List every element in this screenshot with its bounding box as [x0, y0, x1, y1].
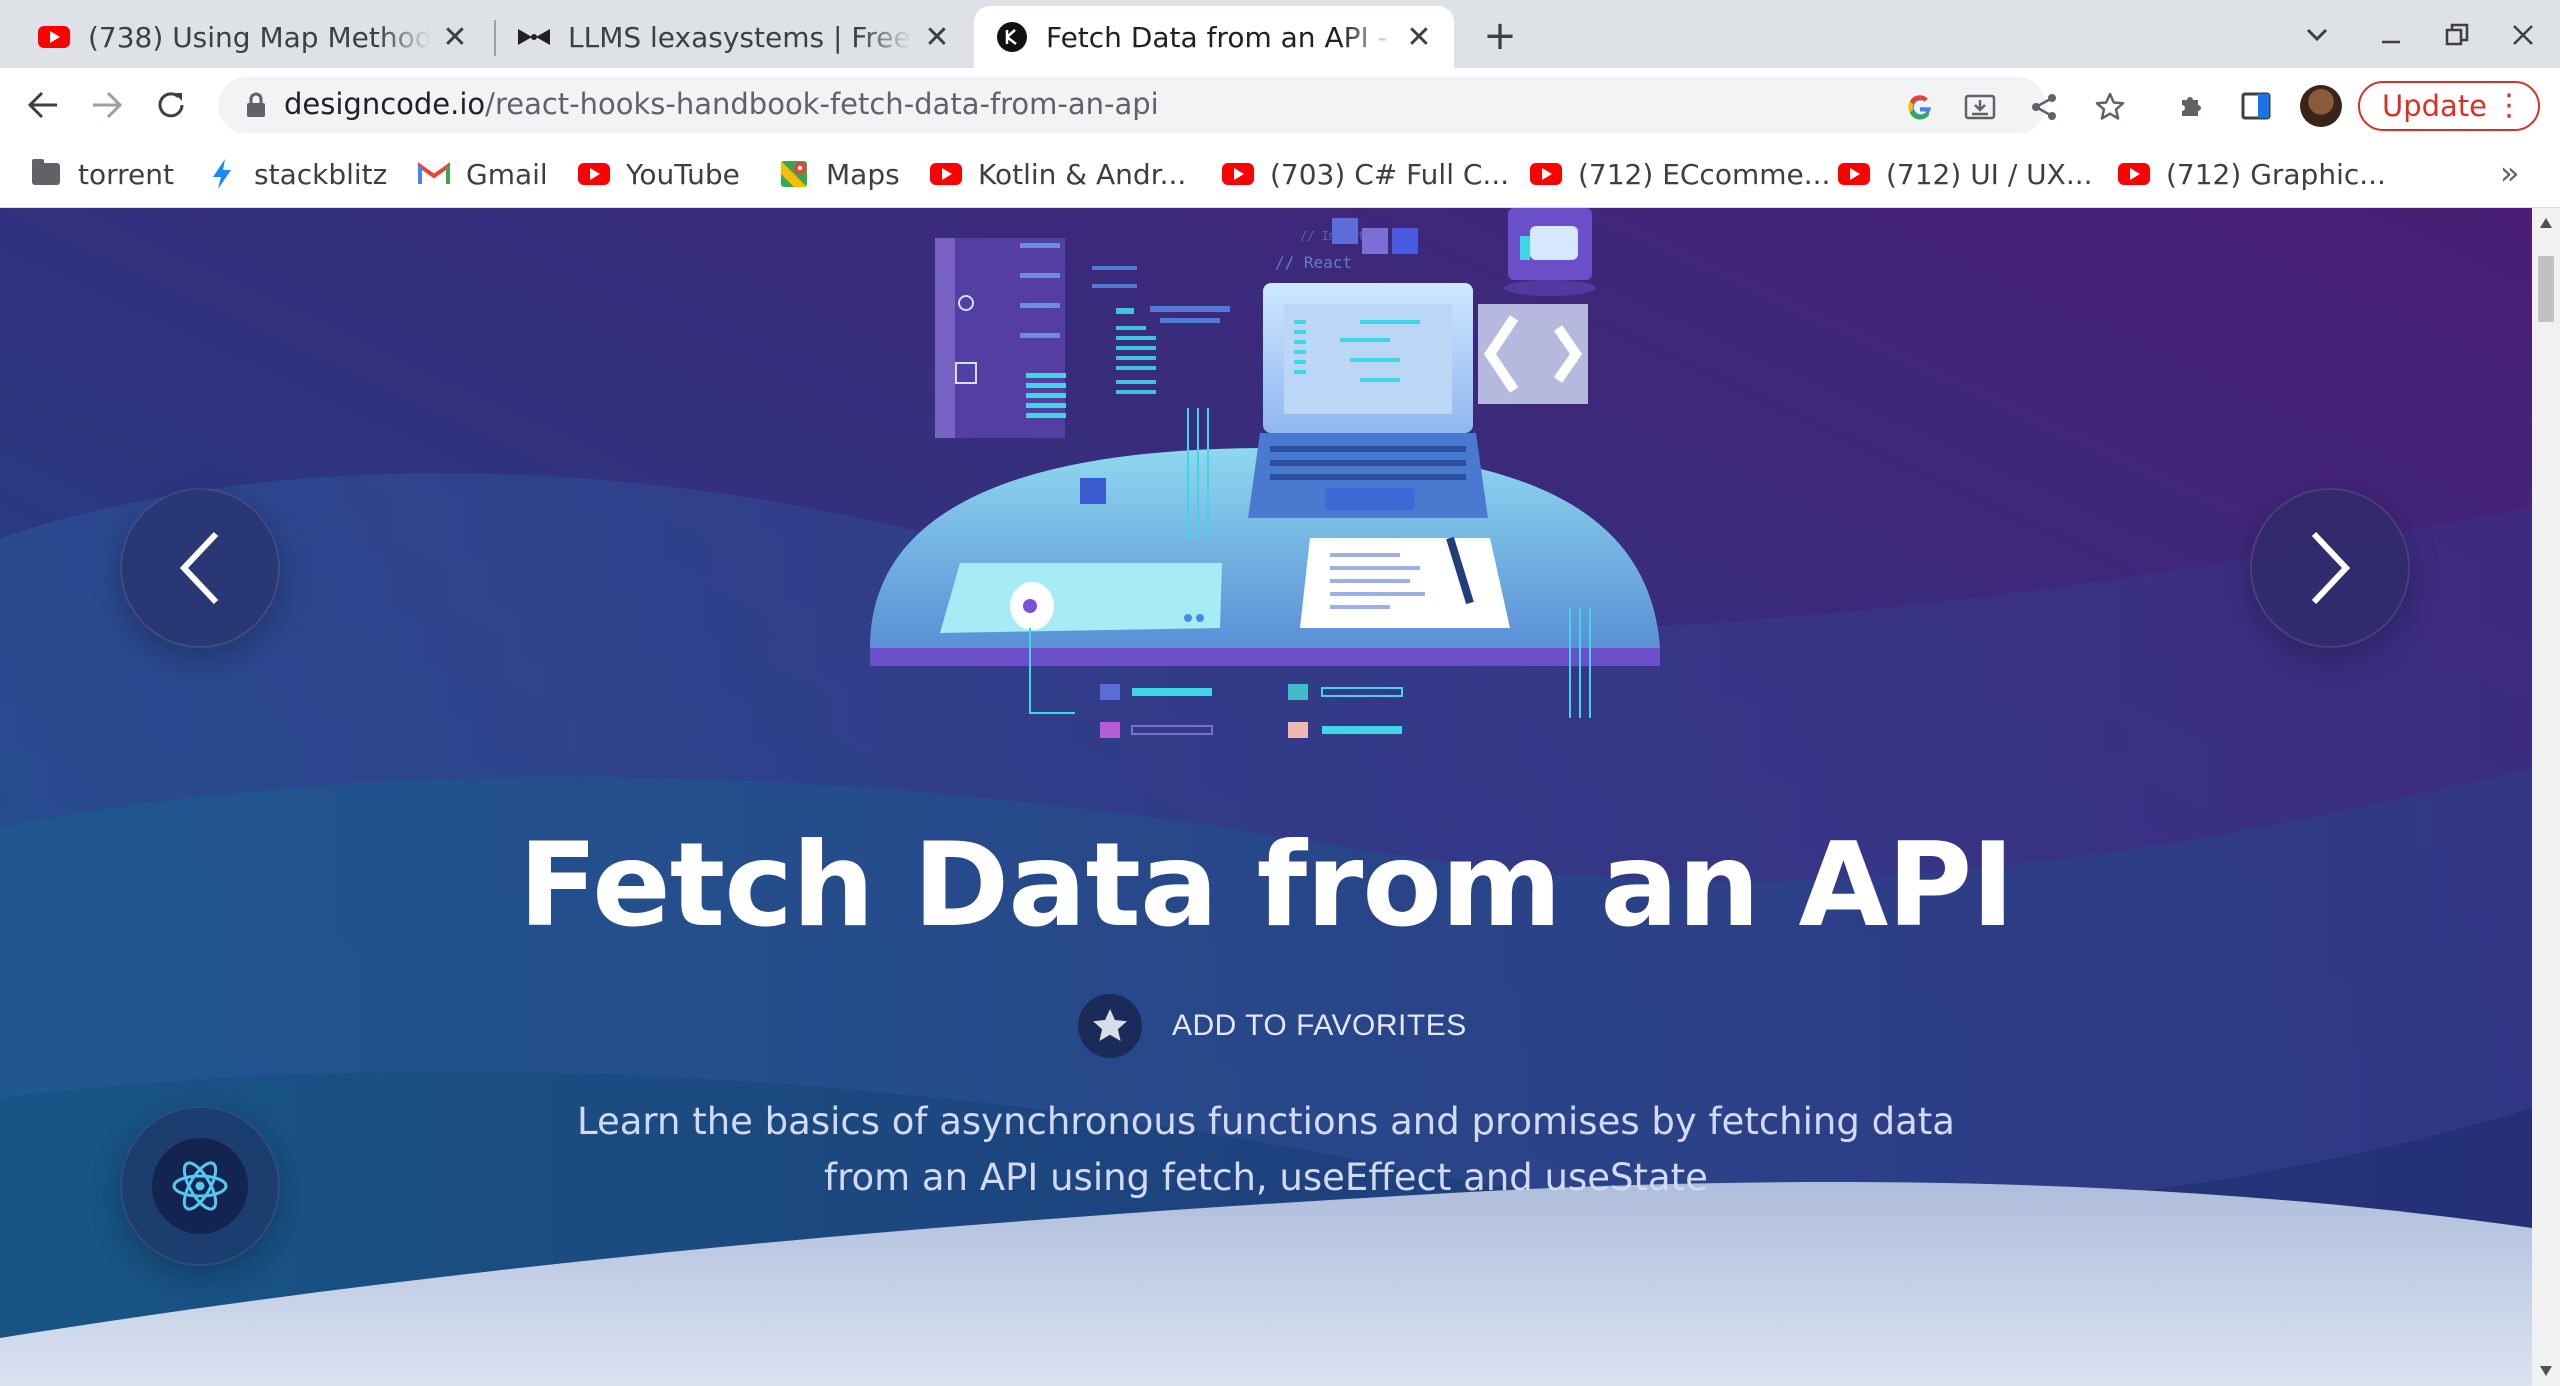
react-icon [152, 1138, 248, 1234]
bookmark-label: stackblitz [254, 157, 388, 191]
browser-toolbar: designcode.io/react-hooks-handbook-fetch… [0, 68, 2560, 142]
gmail-icon [418, 158, 450, 190]
bookmark-stackblitz[interactable]: stackblitz [206, 154, 387, 194]
close-icon[interactable]: ✕ [440, 20, 470, 55]
bookmark-label: Maps [826, 157, 900, 191]
bookmark-maps[interactable]: Maps [778, 154, 900, 194]
close-icon[interactable]: ✕ [1404, 20, 1434, 55]
add-to-favorites-button[interactable]: ADD TO FAVORITES [1078, 994, 1467, 1058]
youtube-icon [1530, 158, 1562, 190]
web-page: // React // Import [0, 208, 2532, 1386]
url-text[interactable]: designcode.io/react-hooks-handbook-fetch… [284, 87, 1159, 121]
page-scrollbar[interactable] [2532, 208, 2560, 1386]
bookmark-ecommerce[interactable]: (712) ECcomme... [1530, 154, 1830, 194]
bowtie-icon [518, 21, 550, 53]
carousel-next-button[interactable] [2250, 488, 2410, 648]
tab-lexasystems[interactable]: LLMS lexasystems | Free an ✕ [498, 6, 972, 68]
chevron-left-icon [179, 531, 219, 605]
tab-title: LLMS lexasystems | Free an [568, 20, 912, 54]
tab-divider [494, 20, 496, 56]
react-badge[interactable] [120, 1106, 280, 1266]
bookmark-youtube[interactable]: YouTube [578, 154, 740, 194]
side-panel-icon[interactable] [2234, 84, 2278, 128]
bookmark-graphic[interactable]: (712) Graphic... [2118, 154, 2386, 194]
lightning-icon [206, 158, 238, 190]
profile-avatar[interactable] [2300, 85, 2342, 127]
description-line: Learn the basics of asynchronous functio… [577, 1100, 1955, 1143]
youtube-icon [38, 21, 70, 53]
url-host: designcode.io [284, 87, 486, 121]
bookmark-label: YouTube [626, 157, 740, 191]
scroll-up-icon[interactable] [2540, 218, 2552, 228]
scrollbar-thumb[interactable] [2538, 256, 2554, 322]
bookmark-star-icon[interactable] [2092, 89, 2128, 125]
chevron-right-icon [2311, 531, 2351, 605]
bookmark-label: Kotlin & Andr... [978, 157, 1187, 191]
restore-icon[interactable] [2432, 10, 2482, 60]
illustration-code-comment: // React [1275, 253, 1352, 272]
bookmark-csharp[interactable]: (703) C# Full C... [1222, 154, 1509, 194]
share-icon[interactable] [2026, 89, 2062, 125]
back-button[interactable] [18, 80, 68, 130]
youtube-icon [2118, 158, 2150, 190]
bookmark-label: (712) Graphic... [2166, 157, 2386, 191]
google-icon[interactable] [1902, 89, 1938, 125]
bookmark-label: (703) C# Full C... [1270, 157, 1510, 191]
bookmark-label: (712) ECcomme... [1578, 157, 1831, 191]
youtube-icon [1222, 158, 1254, 190]
tab-search-icon[interactable] [2292, 10, 2342, 60]
bookmark-gmail[interactable]: Gmail [418, 154, 548, 194]
new-tab-button[interactable]: + [1478, 13, 1522, 59]
star-icon [1078, 994, 1142, 1058]
install-app-icon[interactable] [1962, 89, 1998, 125]
youtube-icon [1838, 158, 1870, 190]
close-window-icon[interactable] [2498, 10, 2548, 60]
bookmark-torrent[interactable]: torrent [30, 154, 174, 194]
bookmarks-bar: torrent stackblitz Gmail YouTube Maps Ko… [0, 142, 2560, 208]
menu-dots-icon[interactable]: ⋮ [2494, 89, 2524, 123]
lock-icon[interactable] [242, 91, 270, 119]
bookmark-ui-ux[interactable]: (712) UI / UX... [1838, 154, 2093, 194]
close-icon[interactable]: ✕ [922, 20, 952, 55]
bookmark-label: (712) UI / UX... [1886, 157, 2093, 191]
description-line: from an API using fetch, useEffect and u… [824, 1156, 1708, 1199]
url-path: /react-hooks-handbook-fetch-data-from-an… [485, 87, 1159, 121]
forward-button[interactable] [82, 80, 132, 130]
update-label: Update [2382, 89, 2488, 123]
minimize-icon[interactable] [2366, 10, 2416, 60]
address-bar[interactable]: designcode.io/react-hooks-handbook-fetch… [218, 77, 2056, 133]
scroll-down-icon[interactable] [2540, 1366, 2552, 1376]
youtube-icon [930, 158, 962, 190]
maps-icon [778, 158, 810, 190]
tab-youtube-map-method[interactable]: (738) Using Map Method in ✕ [0, 6, 490, 68]
bookmarks-overflow-icon[interactable]: » [2500, 154, 2520, 192]
page-title: Fetch Data from an API [518, 818, 2015, 953]
carousel-prev-button[interactable] [120, 488, 280, 648]
bookmark-label: Gmail [466, 157, 548, 191]
bookmark-label: torrent [78, 157, 174, 191]
reload-button[interactable] [146, 80, 196, 130]
designcode-icon [996, 21, 1028, 53]
page-description: Learn the basics of asynchronous functio… [566, 1094, 1966, 1206]
bookmark-kotlin[interactable]: Kotlin & Andr... [930, 154, 1186, 194]
hero-illustration: // React // Import [870, 208, 1660, 738]
favorites-label: ADD TO FAVORITES [1172, 1009, 1467, 1042]
tab-title: Fetch Data from an API - R [1046, 20, 1394, 54]
extensions-icon[interactable] [2170, 84, 2214, 128]
tab-title: (738) Using Map Method in [88, 20, 430, 54]
update-button[interactable]: Update ⋮ [2358, 81, 2540, 131]
tab-fetch-data[interactable]: Fetch Data from an API - R ✕ [974, 6, 1454, 68]
folder-icon [30, 158, 62, 190]
youtube-icon [578, 158, 610, 190]
tab-strip: (738) Using Map Method in ✕ LLMS lexasys… [0, 0, 2560, 68]
